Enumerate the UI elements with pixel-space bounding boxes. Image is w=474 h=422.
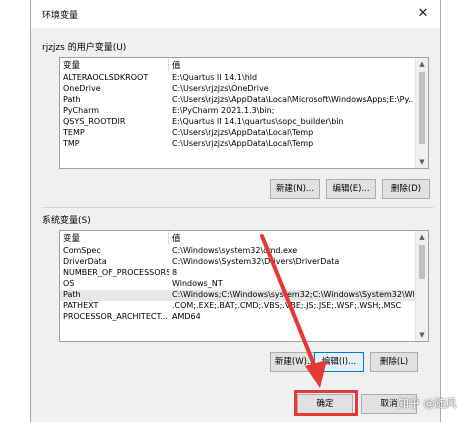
- watermark: 知乎 @随风: [398, 397, 457, 410]
- highlight-box: [294, 390, 358, 416]
- annotation-arrow: [260, 234, 327, 388]
